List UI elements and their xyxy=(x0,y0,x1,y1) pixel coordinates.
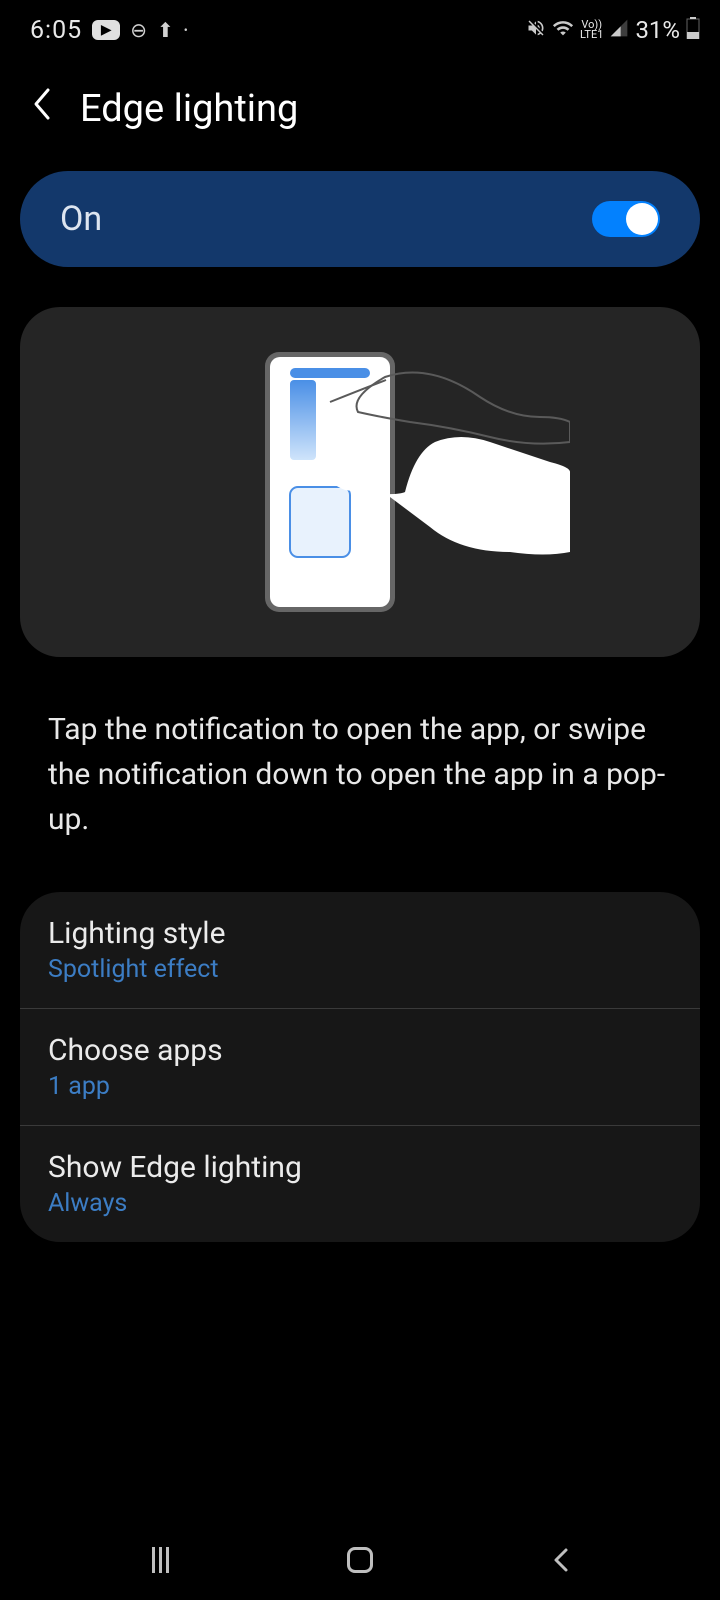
battery-icon xyxy=(686,17,700,44)
volte-icon: Vo)) LTE1 xyxy=(580,20,603,40)
choose-apps-item[interactable]: Choose apps 1 app xyxy=(20,1009,700,1126)
swipe-illustration xyxy=(150,342,570,622)
toggle-knob xyxy=(626,203,658,235)
page-header: Edge lighting xyxy=(0,56,720,171)
youtube-icon: ▶ xyxy=(92,20,120,40)
master-toggle-row[interactable]: On xyxy=(20,171,700,267)
dot-icon: • xyxy=(184,23,188,37)
description-text: Tap the notification to open the app, or… xyxy=(0,657,720,882)
status-time: 6:05 xyxy=(30,16,82,45)
setting-value: Spotlight effect xyxy=(48,955,672,984)
lighting-style-item[interactable]: Lighting style Spotlight effect xyxy=(20,892,700,1009)
toggle-switch[interactable] xyxy=(592,201,660,237)
battery-percentage: 31% xyxy=(635,16,680,44)
setting-value: Always xyxy=(48,1189,672,1218)
dnd-icon: ⊖ xyxy=(130,18,147,42)
nav-back-button[interactable] xyxy=(530,1540,590,1580)
toggle-label: On xyxy=(60,199,102,239)
status-right: Vo)) LTE1 31% xyxy=(526,16,700,44)
setting-value: 1 app xyxy=(48,1072,672,1101)
wifi-icon xyxy=(552,17,574,44)
status-left: 6:05 ▶ ⊖ ⬆ • xyxy=(30,16,188,45)
back-button[interactable] xyxy=(30,86,52,131)
navigation-bar xyxy=(0,1520,720,1600)
page-title: Edge lighting xyxy=(80,87,298,131)
nav-home-button[interactable] xyxy=(330,1540,390,1580)
upload-icon: ⬆ xyxy=(157,18,174,42)
settings-list: Lighting style Spotlight effect Choose a… xyxy=(20,892,700,1242)
signal-icon xyxy=(609,18,629,43)
setting-title: Choose apps xyxy=(48,1033,672,1068)
setting-title: Lighting style xyxy=(48,916,672,951)
status-bar: 6:05 ▶ ⊖ ⬆ • Vo)) LTE1 31% xyxy=(0,0,720,56)
show-edge-lighting-item[interactable]: Show Edge lighting Always xyxy=(20,1126,700,1242)
nav-recents-button[interactable] xyxy=(130,1540,190,1580)
setting-title: Show Edge lighting xyxy=(48,1150,672,1185)
illustration-card xyxy=(20,307,700,657)
mute-icon xyxy=(526,18,546,43)
